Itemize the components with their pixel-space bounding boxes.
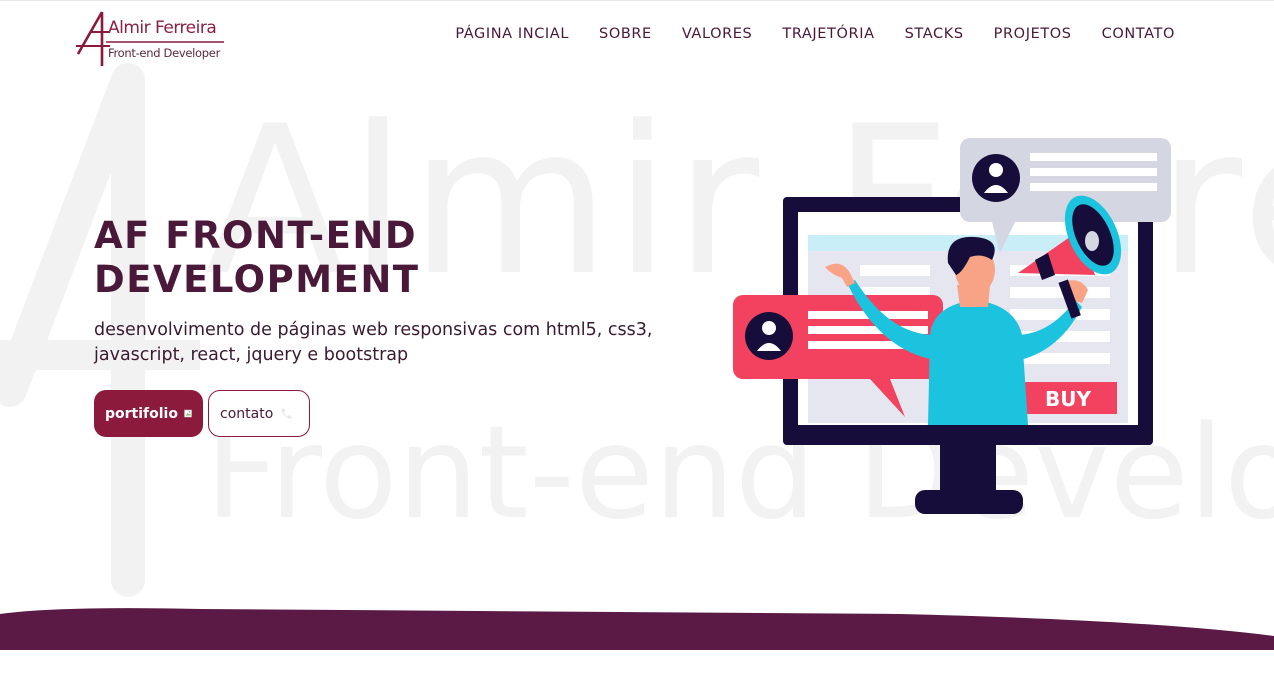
nav-item-trajetoria[interactable]: TRAJETÓRIA <box>782 26 874 42</box>
nav-item-stacks[interactable]: STACKS <box>905 26 964 42</box>
hero-title: AF FRONT-END DEVELOPMENT <box>94 214 614 302</box>
bottom-wave <box>0 608 1274 650</box>
contato-button[interactable]: contato <box>208 390 310 437</box>
main-nav: PÁGINA INCIAL SOBRE VALORES TRAJETÓRIA S… <box>425 26 1175 42</box>
marketing-illustration: BUY <box>733 138 1171 514</box>
logo-underline <box>106 41 224 43</box>
logo-role: Front-end Developer <box>108 46 221 60</box>
hero-title-line2: DEVELOPMENT <box>94 258 420 301</box>
hero-actions: portifolio contato <box>94 390 310 437</box>
portfolio-button[interactable]: portifolio <box>94 390 203 437</box>
nav-item-projetos[interactable]: PROJETOS <box>994 26 1072 42</box>
hero-subtitle: desenvolvimento de páginas web responsiv… <box>94 318 674 368</box>
buy-label: BUY <box>1045 387 1091 411</box>
hero-title-line1: AF FRONT-END <box>94 214 418 257</box>
phone-icon <box>281 407 293 419</box>
brand-logo[interactable]: Almir Ferreira Front-end Developer <box>74 10 226 68</box>
site-header: Almir Ferreira Front-end Developer PÁGIN… <box>0 0 1274 70</box>
nav-item-contato[interactable]: CONTATO <box>1102 26 1175 42</box>
nav-item-valores[interactable]: VALORES <box>682 26 753 42</box>
nav-item-sobre[interactable]: SOBRE <box>599 26 652 42</box>
nav-item-home[interactable]: PÁGINA INCIAL <box>455 26 569 42</box>
broken-image-icon <box>184 409 192 418</box>
contato-button-label: contato <box>220 405 274 422</box>
logo-name: Almir Ferreira <box>108 18 217 38</box>
hero-subtitle-line2: javascript, react, jquery e bootstrap <box>94 345 409 365</box>
portfolio-button-label: portifolio <box>105 405 178 422</box>
buy-badge: BUY <box>1020 382 1117 414</box>
hero-subtitle-line1: desenvolvimento de páginas web responsiv… <box>94 320 653 340</box>
